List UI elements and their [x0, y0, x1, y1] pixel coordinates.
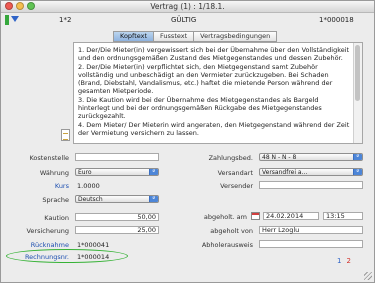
kostenstelle-label: Kostenstelle: [29, 154, 69, 162]
versandart-select[interactable]: Versandfrei a...: [259, 168, 363, 176]
abholerausweis-field[interactable]: [259, 240, 363, 248]
zahlungsbed-label: Zahlungsbed.: [208, 154, 253, 162]
record-index: 1*2: [59, 16, 72, 24]
terms-paragraph-3: 3. Die Kaution wird bei der Übernahme de…: [78, 95, 322, 121]
waehrung-select[interactable]: Euro: [75, 168, 159, 176]
scrollbar-thumb[interactable]: [355, 45, 360, 101]
terms-paragraph-4: 4. Dem Mieter/ Der Mieterin wird angerat…: [78, 120, 350, 137]
ruecknahme-link[interactable]: Rücknahme: [7, 241, 69, 249]
abgeholt-von-field[interactable]: Herr Lzoglu: [259, 226, 363, 234]
abgeholt-von-label: abgeholt von: [210, 227, 253, 235]
zahlungsbed-select[interactable]: 48 N - N - 8: [259, 153, 363, 161]
abgeholt-date-field[interactable]: 24.02.2014: [263, 212, 319, 220]
abholerausweis-label: Abholerausweis: [201, 241, 253, 249]
page-indicator: 12: [337, 257, 351, 265]
kurs-value: 1.0000: [77, 182, 100, 190]
document-window: Vertrag (1) : 1/18.1. 1*2 GÜLTIG 1*00001…: [0, 0, 375, 283]
sprache-label: Sprache: [42, 196, 69, 204]
kurs-link[interactable]: Kurs: [7, 182, 69, 190]
page-2-link[interactable]: 2: [346, 257, 350, 265]
tab-fusstext[interactable]: Fusstext: [153, 31, 195, 42]
status-indicator: [5, 15, 9, 25]
tab-vertragsbedingungen[interactable]: Vertragsbedingungen: [193, 31, 278, 42]
kostenstelle-field[interactable]: [75, 153, 159, 161]
sprache-select[interactable]: Deutsch: [75, 195, 159, 203]
versender-field[interactable]: [259, 181, 363, 189]
chevron-updown-icon: [149, 196, 158, 202]
text-tabs: Kopftext Fusstext Vertragsbedingungen: [113, 31, 278, 42]
kaution-field[interactable]: 50,00: [75, 213, 159, 221]
chevron-updown-icon: [353, 154, 362, 160]
calendar-icon[interactable]: [251, 212, 260, 220]
ruecknahme-value: 1*000041: [77, 241, 110, 249]
versicherung-field[interactable]: 25,00: [75, 226, 159, 234]
waehrung-label: Währung: [39, 169, 69, 177]
versicherung-label: Versicherung: [26, 227, 69, 235]
abgeholt-am-label: abgeholt. am: [203, 213, 247, 221]
versender-label: Versender: [220, 182, 253, 190]
chevron-updown-icon: [149, 169, 158, 175]
rechnungsnr-link[interactable]: Rechnungsnr.: [7, 253, 69, 261]
contract-number: 1*000018: [319, 16, 354, 24]
chevron-updown-icon: [353, 169, 362, 175]
terms-text-area[interactable]: 1. Der/Die Mieter(in) vergewissert sich …: [73, 42, 363, 144]
page-1-link[interactable]: 1: [337, 257, 341, 265]
terms-paragraph-2: 2. Der/Die Mieter(in) verpflichtet sich,…: [78, 62, 333, 96]
disclosure-triangle-icon[interactable]: [11, 16, 19, 22]
abgeholt-time-field[interactable]: 13:15: [323, 212, 363, 220]
terms-paragraph-1: 1. Der/Die Mieter(in) vergewissert sich …: [78, 46, 350, 63]
window-title: Vertrag (1) : 1/18.1.: [150, 2, 225, 11]
resize-handle[interactable]: [364, 272, 372, 280]
text-scrollbar[interactable]: [353, 43, 362, 143]
title-bar: Vertrag (1) : 1/18.1.: [1, 1, 374, 13]
versandart-label: Versandart: [217, 169, 253, 177]
tab-kopftext[interactable]: Kopftext: [113, 31, 155, 42]
document-icon[interactable]: [61, 129, 70, 141]
rechnungsnr-value: 1*000014: [77, 253, 110, 261]
kaution-label: Kaution: [44, 214, 69, 222]
status-text: GÜLTIG: [171, 16, 197, 24]
